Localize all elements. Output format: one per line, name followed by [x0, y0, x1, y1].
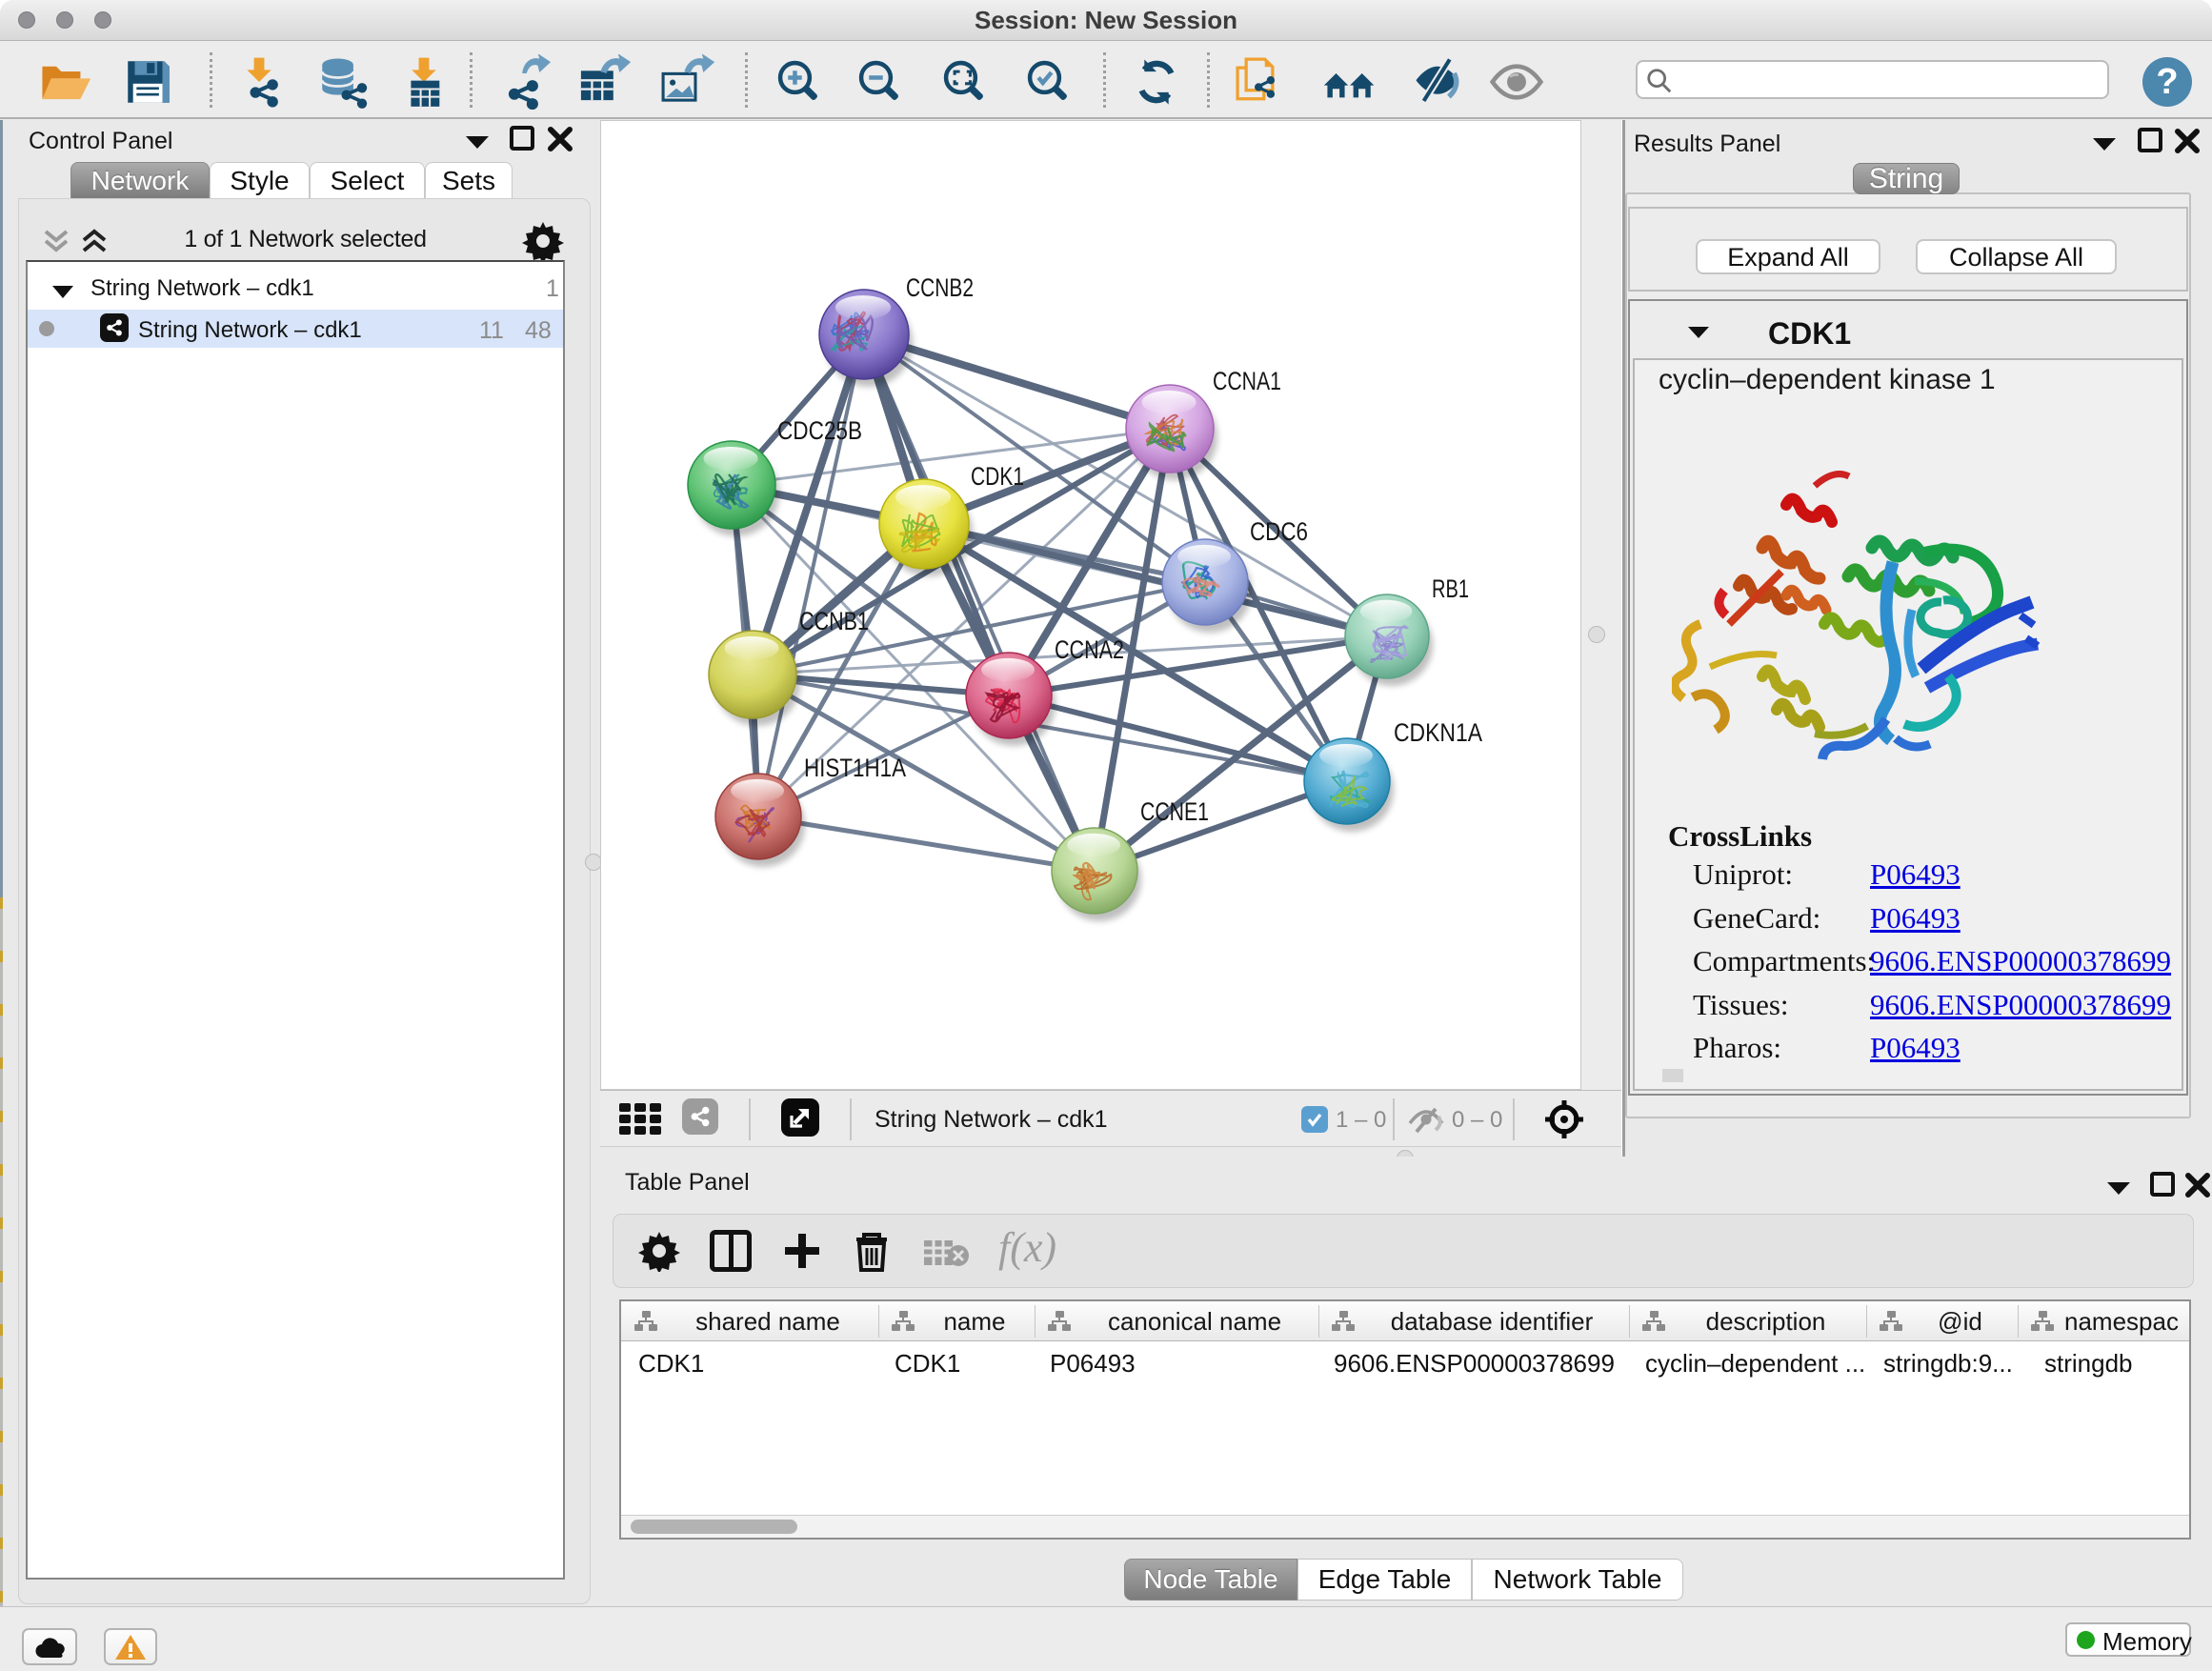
svg-text:CDC6: CDC6 [1250, 517, 1308, 546]
svg-text:CDK1: CDK1 [971, 462, 1024, 491]
svg-text:CCNA2: CCNA2 [1055, 635, 1124, 664]
svg-text:CCNB2: CCNB2 [906, 273, 974, 302]
svg-text:CCNE1: CCNE1 [1140, 797, 1209, 826]
svg-text:CDC25B: CDC25B [777, 416, 862, 445]
svg-text:CCNA1: CCNA1 [1213, 367, 1281, 395]
svg-text:CDKN1A: CDKN1A [1394, 718, 1482, 747]
svg-text:CCNB1: CCNB1 [799, 607, 869, 635]
svg-text:RB1: RB1 [1432, 574, 1469, 603]
svg-text:HIST1H1A: HIST1H1A [804, 754, 906, 782]
